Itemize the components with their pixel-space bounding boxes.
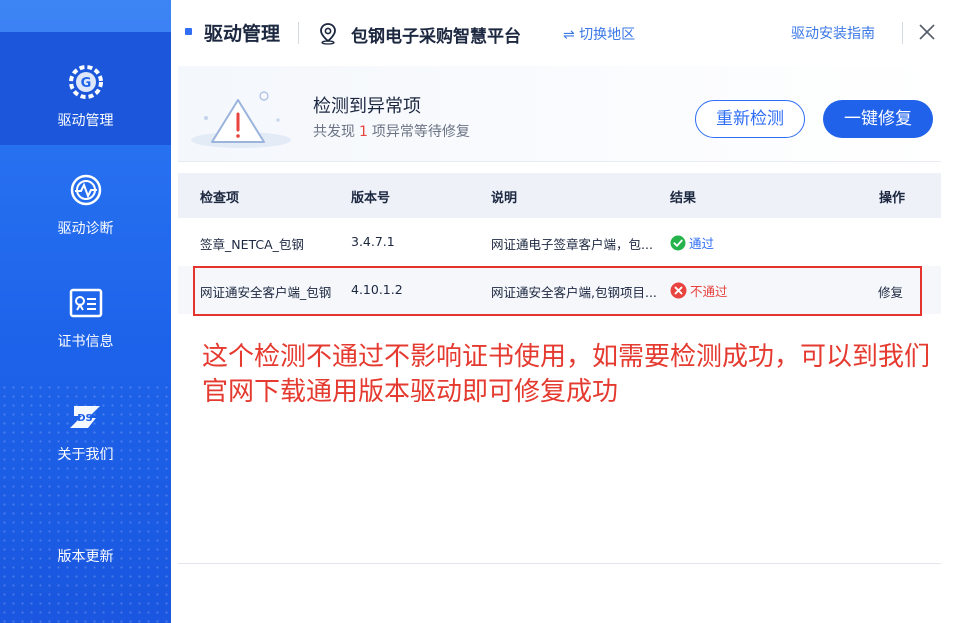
column-header: 说明 [491, 191, 518, 206]
location-pin-icon [320, 23, 336, 45]
check-circle-icon [670, 235, 686, 250]
column-header: 结果 [670, 191, 697, 206]
header: 驱动管理 包钢电子采购智慧平台 ⇌ 切换地区 驱动安装指南 [171, 0, 958, 66]
diagnosis-icon [70, 174, 101, 206]
column-header: 版本号 [351, 191, 391, 206]
sidebar-item-label: 版本更新 [57, 549, 114, 565]
description: 网证通电子签章客户端，包... [491, 237, 653, 252]
sidebar-item-driver-diagnosis[interactable]: 驱动诊断 [0, 170, 171, 250]
column-header: 操作 [879, 191, 906, 206]
sidebar-item-label: 驱动诊断 [57, 221, 114, 237]
close-icon[interactable] [917, 22, 937, 42]
sidebar-item-label: 关于我们 [57, 447, 114, 463]
banner-subtitle: 共发现 1 项异常等待修复 [313, 121, 470, 141]
title-bullet [185, 28, 192, 35]
highlight-box [193, 266, 922, 316]
switch-region-link[interactable]: ⇌ 切换地区 [563, 24, 635, 44]
one-click-fix-button[interactable]: 一键修复 [823, 100, 933, 138]
column-header: 检查项 [200, 191, 240, 206]
issue-count: 1 [359, 124, 368, 140]
divider [298, 22, 299, 44]
version: 3.4.7.1 [351, 234, 395, 249]
svg-text:G: G [80, 76, 91, 91]
annotation-note: 这个检测不通过不影响证书使用，如需要检测成功，可以到我们官网下载通用版本驱动即可… [202, 342, 931, 407]
svg-text:DS: DS [77, 413, 93, 424]
table-row: 签章_NETCA_包钢 3.4.7.1 网证通电子签章客户端，包... 通过 [178, 218, 941, 266]
item-name: 签章_NETCA_包钢 [200, 237, 304, 252]
banner-title: 检测到异常项 [313, 96, 421, 117]
subtitle-suffix: 项异常等待修复 [371, 124, 470, 140]
gear-icon: G [68, 65, 103, 99]
install-guide-link[interactable]: 驱动安装指南 [791, 23, 875, 43]
sidebar-item-driver-management[interactable]: G 驱动管理 [0, 32, 171, 145]
divider [902, 22, 903, 44]
table-header: 检查项 版本号 说明 结果 操作 [178, 173, 941, 218]
platform-name: 包钢电子采购智慧平台 [351, 27, 521, 47]
warning-illustration-icon [191, 91, 291, 148]
sidebar: G 驱动管理 驱动诊断 证书信息 DS 关于我们 版本更新 [0, 0, 171, 623]
sidebar-item-about-us[interactable]: DS 关于我们 [0, 396, 171, 476]
sidebar-item-label: 证书信息 [57, 334, 114, 350]
sidebar-item-label: 驱动管理 [57, 113, 114, 129]
result: 通过 [670, 233, 714, 254]
app-window: G 驱动管理 驱动诊断 证书信息 DS 关于我们 版本更新 驱动管理 包钢电子采… [0, 0, 958, 623]
page-title: 驱动管理 [204, 23, 281, 45]
certificate-icon [69, 288, 102, 318]
recheck-button[interactable]: 重新检测 [695, 100, 805, 138]
ds-logo-icon: DS [69, 406, 100, 428]
result-text: 通过 [689, 236, 715, 251]
sidebar-item-certificate-info[interactable]: 证书信息 [0, 283, 171, 363]
subtitle-prefix: 共发现 [313, 124, 355, 140]
status-banner: 检测到异常项 共发现 1 项异常等待修复 重新检测 一键修复 [178, 66, 941, 162]
divider [178, 563, 941, 564]
sidebar-item-version-update[interactable]: 版本更新 [0, 538, 171, 565]
